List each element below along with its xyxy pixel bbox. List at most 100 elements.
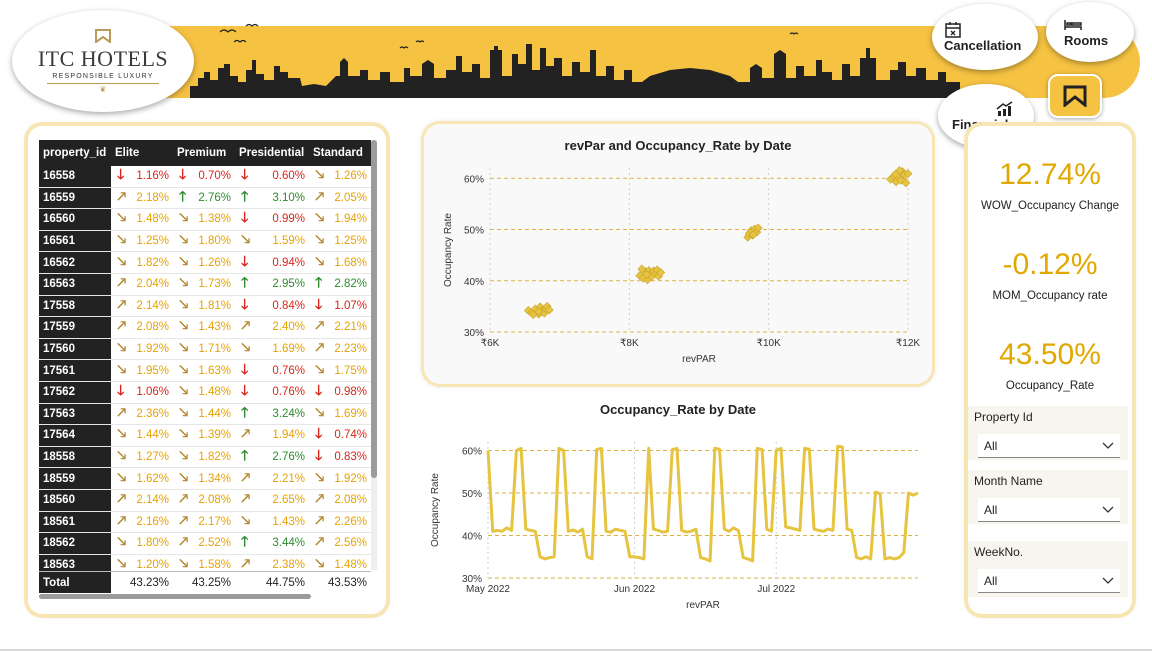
rooms-nav-button[interactable]: Rooms xyxy=(1046,2,1134,62)
property-id-dropdown[interactable]: All xyxy=(978,434,1120,458)
occupancy-value: 1.80% xyxy=(136,537,169,550)
property-id-cell: 16560 xyxy=(39,209,111,230)
occupancy-cell: 🡓 0.83% xyxy=(309,447,371,468)
kpi-wow-label: WOW_Occupancy Change xyxy=(980,200,1120,212)
occupancy-cell: 🡖 1.95% xyxy=(111,360,173,381)
x-tick-label: ₹12K xyxy=(896,338,920,349)
occupancy-value: 1.63% xyxy=(198,364,231,377)
kpi-mom-label: MOM_Occupancy rate xyxy=(992,290,1108,302)
weekno-value: All xyxy=(984,573,998,588)
occupancy-value: 1.44% xyxy=(198,407,231,420)
occupancy-value: 2.08% xyxy=(334,494,367,507)
occupancy-value: 2.95% xyxy=(272,278,305,291)
x-axis-title: revPAR xyxy=(682,354,716,365)
trend-arrow-upright-icon: 🡕 xyxy=(179,511,189,528)
occupancy-cell: 🡖 1.26% xyxy=(309,166,371,187)
trend-arrow-down-icon: 🡓 xyxy=(315,295,323,312)
trend-arrow-down-icon: 🡓 xyxy=(315,447,323,464)
cancellation-nav-button[interactable]: Cancellation xyxy=(932,4,1038,70)
table-row[interactable]: 16560 🡖 1.48% 🡖 1.38% 🡓 0.99% 🡖 1.94% xyxy=(39,209,371,231)
trend-arrow-down-icon: 🡓 xyxy=(117,166,125,183)
header-presidential[interactable]: Presidential xyxy=(235,140,309,166)
table-row[interactable]: 16559 🡕 2.18% 🡑 2.76% 🡑 3.10% 🡕 2.05% xyxy=(39,187,371,210)
table-row[interactable]: 16562 🡖 1.82% 🡖 1.26% 🡓 0.94% 🡖 1.68% xyxy=(39,252,371,274)
occupancy-matrix-table: property_id Elite Premium Presidential S… xyxy=(39,140,371,577)
line-chart-title: Occupancy_Rate by Date xyxy=(599,402,757,417)
trend-arrow-downright-icon: 🡖 xyxy=(315,166,325,183)
occupancy-cell: 🡕 2.17% xyxy=(173,512,235,533)
itc-home-icon xyxy=(1063,85,1087,107)
table-row[interactable]: 17560 🡖 1.92% 🡖 1.71% 🡖 1.69% 🡕 2.23% xyxy=(39,338,371,361)
occupancy-cell: 🡕 2.16% xyxy=(111,512,173,533)
table-row[interactable]: 17558 🡕 2.14% 🡖 1.81% 🡓 0.84% 🡓 1.07% xyxy=(39,295,371,318)
occupancy-value: 2.26% xyxy=(334,515,367,528)
table-row[interactable]: 18562 🡖 1.80% 🡕 2.52% 🡑 3.44% 🡕 2.56% xyxy=(39,533,371,555)
occupancy-value: 2.56% xyxy=(334,537,367,550)
table-vertical-scrollbar[interactable] xyxy=(371,140,377,570)
table-row[interactable]: 18559 🡖 1.62% 🡖 1.34% 🡕 2.21% 🡖 1.92% xyxy=(39,468,371,490)
trend-arrow-downright-icon: 🡖 xyxy=(241,511,251,528)
header-standard[interactable]: Standard xyxy=(309,140,371,166)
table-row[interactable]: 17564 🡖 1.44% 🡖 1.39% 🡕 1.94% 🡓 0.74% xyxy=(39,425,371,447)
header-premium[interactable]: Premium xyxy=(173,140,235,166)
trend-arrow-upright-icon: 🡕 xyxy=(117,295,127,312)
y-tick-label: 60% xyxy=(462,447,482,458)
occupancy-value: 0.76% xyxy=(272,364,305,377)
occupancy-cell: 🡖 1.62% xyxy=(111,468,173,489)
occupancy-value: 0.99% xyxy=(272,213,305,226)
trend-arrow-downright-icon: 🡖 xyxy=(179,360,189,377)
scrollbar-thumb[interactable] xyxy=(371,140,377,478)
trend-arrow-downright-icon: 🡖 xyxy=(117,468,127,485)
total-elite: 43.23% xyxy=(129,576,169,589)
table-row[interactable]: 18561 🡕 2.16% 🡕 2.17% 🡖 1.43% 🡕 2.26% xyxy=(39,511,371,534)
trend-arrow-up-icon: 🡑 xyxy=(241,274,249,291)
occupancy-cell: 🡕 2.14% xyxy=(111,490,173,511)
x-tick-label: ₹6K xyxy=(481,338,500,349)
occupancy-series-line xyxy=(486,444,919,563)
table-row[interactable]: 16563 🡕 2.04% 🡖 1.73% 🡑 2.95% 🡑 2.82% xyxy=(39,273,371,296)
month-name-dropdown[interactable]: All xyxy=(978,498,1120,522)
table-row[interactable]: 18558 🡖 1.27% 🡖 1.82% 🡑 2.76% 🡓 0.83% xyxy=(39,446,371,469)
occupancy-value: 2.04% xyxy=(136,278,169,291)
dashboard: ITC HOTELS RESPONSIBLE LUXURY ❦ Cancella… xyxy=(0,0,1152,651)
occupancy-value: 0.60% xyxy=(272,170,305,183)
occupancy-cell: 🡓 0.98% xyxy=(309,382,371,403)
kpi-occupancy-value: 43.50% xyxy=(999,338,1101,371)
occupancy-value: 3.44% xyxy=(272,537,305,550)
line-chart[interactable]: 30%40%50%60%May 2022 Jun 2022 Jul 2022revP… xyxy=(424,420,934,616)
total-label: Total xyxy=(39,572,111,593)
table-row[interactable]: 17562 🡓 1.06% 🡖 1.48% 🡓 0.76% 🡓 0.98% xyxy=(39,381,371,404)
occupancy-value: 2.05% xyxy=(334,191,367,204)
logo-ornament-icon: ❦ xyxy=(99,84,107,94)
occupancy-value: 1.44% xyxy=(136,429,169,442)
occupancy-cell: 🡓 0.74% xyxy=(309,425,371,446)
weekno-dropdown[interactable]: All xyxy=(978,569,1120,593)
home-button[interactable] xyxy=(1048,74,1102,118)
occupancy-value: 0.84% xyxy=(272,299,305,312)
occupancy-value: 2.36% xyxy=(136,407,169,420)
trend-arrow-upright-icon: 🡕 xyxy=(117,274,127,291)
table-row[interactable]: 17563 🡕 2.36% 🡖 1.44% 🡑 3.24% 🡖 1.69% xyxy=(39,403,371,426)
header-property-id[interactable]: property_id xyxy=(39,140,111,166)
occupancy-cell: 🡖 1.68% xyxy=(309,252,371,273)
table-row[interactable]: 17561 🡖 1.95% 🡖 1.63% 🡓 0.76% 🡖 1.75% xyxy=(39,360,371,382)
scatter-chart[interactable]: 30%40%50%60%₹6K ₹8K ₹10K ₹12KrevPAROccupanc… xyxy=(424,124,932,384)
occupancy-cell: 🡑 2.76% xyxy=(173,188,235,209)
table-row[interactable]: 16558 🡓 1.16% 🡓 0.70% 🡓 0.60% 🡖 1.26% xyxy=(39,166,371,188)
occupancy-value: 2.08% xyxy=(198,494,231,507)
occupancy-value: 1.48% xyxy=(334,558,367,571)
occupancy-value: 2.82% xyxy=(334,278,367,291)
property-id-cell: 16562 xyxy=(39,252,111,273)
occupancy-value: 1.38% xyxy=(198,213,231,226)
occupancy-value: 1.59% xyxy=(272,235,305,248)
header-elite[interactable]: Elite xyxy=(111,140,173,166)
occupancy-cell: 🡕 2.04% xyxy=(111,274,173,295)
table-horizontal-scrollbar[interactable] xyxy=(39,594,311,599)
table-row[interactable]: 18560 🡕 2.14% 🡕 2.08% 🡕 2.65% 🡕 2.08% xyxy=(39,489,371,512)
chevron-down-icon xyxy=(1102,442,1114,449)
property-id-cell: 18558 xyxy=(39,446,111,468)
trend-arrow-downright-icon: 🡖 xyxy=(179,295,189,312)
table-row[interactable]: 16561 🡖 1.25% 🡖 1.80% 🡖 1.59% 🡖 1.25% xyxy=(39,230,371,253)
table-row[interactable]: 17559 🡕 2.08% 🡖 1.43% 🡕 2.40% 🡕 2.21% xyxy=(39,317,371,339)
trend-arrow-down-icon: 🡓 xyxy=(315,382,323,399)
